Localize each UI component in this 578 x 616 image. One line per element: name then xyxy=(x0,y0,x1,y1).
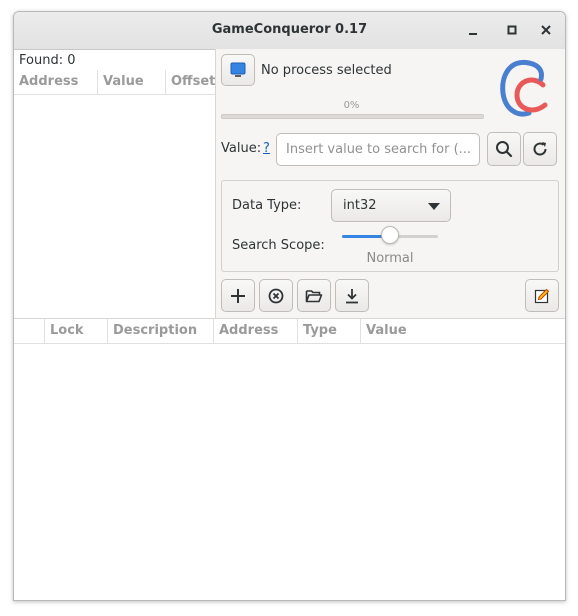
titlebar: GameConqueror 0.17 xyxy=(14,12,565,50)
minimize-icon xyxy=(469,33,477,35)
close-icon xyxy=(541,25,551,35)
save-button[interactable] xyxy=(335,279,369,312)
maximize-button[interactable] xyxy=(500,19,524,41)
col-offset[interactable]: Offset xyxy=(166,70,215,94)
minimize-button[interactable] xyxy=(461,19,485,41)
folder-open-icon xyxy=(305,289,323,302)
found-value: 0 xyxy=(67,53,76,68)
progress-bar xyxy=(221,114,484,119)
maximize-icon xyxy=(507,25,517,35)
select-process-button[interactable] xyxy=(221,54,255,86)
edit-icon xyxy=(534,288,550,303)
col-value[interactable]: Value xyxy=(98,70,166,94)
col-address[interactable]: Address xyxy=(14,70,98,94)
found-count: Found: 0 xyxy=(19,53,76,68)
edit-button[interactable] xyxy=(525,279,559,312)
refresh-icon xyxy=(533,142,547,156)
search-settings-frame: Data Type: int32 Search Scope: Normal xyxy=(221,180,559,272)
search-icon xyxy=(496,141,513,158)
cheat-table: Lock Description Address Type Value xyxy=(14,318,565,600)
data-type-select[interactable]: int32 xyxy=(331,189,451,222)
add-address-button[interactable] xyxy=(221,279,255,312)
clear-button[interactable] xyxy=(259,279,293,312)
col-lock[interactable]: Lock xyxy=(45,319,108,343)
clear-icon xyxy=(268,288,284,303)
gameconqueror-logo xyxy=(500,59,548,117)
found-label: Found: xyxy=(19,53,64,68)
add-icon xyxy=(231,288,245,303)
col-index[interactable] xyxy=(14,319,45,343)
search-scope-value: Normal xyxy=(366,251,414,266)
app-window: GameConqueror 0.17 Found: 0 Address Valu… xyxy=(13,11,566,601)
cheat-table-header: Lock Description Address Type Value xyxy=(14,319,565,344)
value-label: Value: xyxy=(221,141,262,156)
chevron-down-icon xyxy=(428,203,440,210)
process-label: No process selected xyxy=(261,63,392,78)
value-help-link[interactable]: ? xyxy=(263,141,270,156)
controls-pane: No process selected 0% Value: ? Data Typ… xyxy=(216,49,565,319)
slider-handle[interactable] xyxy=(381,226,399,244)
close-button[interactable] xyxy=(534,19,558,41)
results-table-header: Address Value Offset xyxy=(14,70,215,95)
progress-text: 0% xyxy=(343,100,360,111)
search-button[interactable] xyxy=(487,132,521,166)
monitor-icon xyxy=(230,62,246,77)
col-value[interactable]: Value xyxy=(361,319,565,343)
value-search-input[interactable] xyxy=(276,133,480,166)
download-icon xyxy=(346,288,358,303)
search-scope-label: Search Scope: xyxy=(232,238,325,253)
col-type[interactable]: Type xyxy=(298,319,361,343)
results-pane: Found: 0 Address Value Offset xyxy=(14,49,216,319)
open-button[interactable] xyxy=(297,279,331,312)
data-type-value: int32 xyxy=(343,198,377,213)
col-description[interactable]: Description xyxy=(108,319,214,343)
data-type-label: Data Type: xyxy=(232,198,302,213)
reset-button[interactable] xyxy=(523,132,557,166)
col-address[interactable]: Address xyxy=(214,319,298,343)
